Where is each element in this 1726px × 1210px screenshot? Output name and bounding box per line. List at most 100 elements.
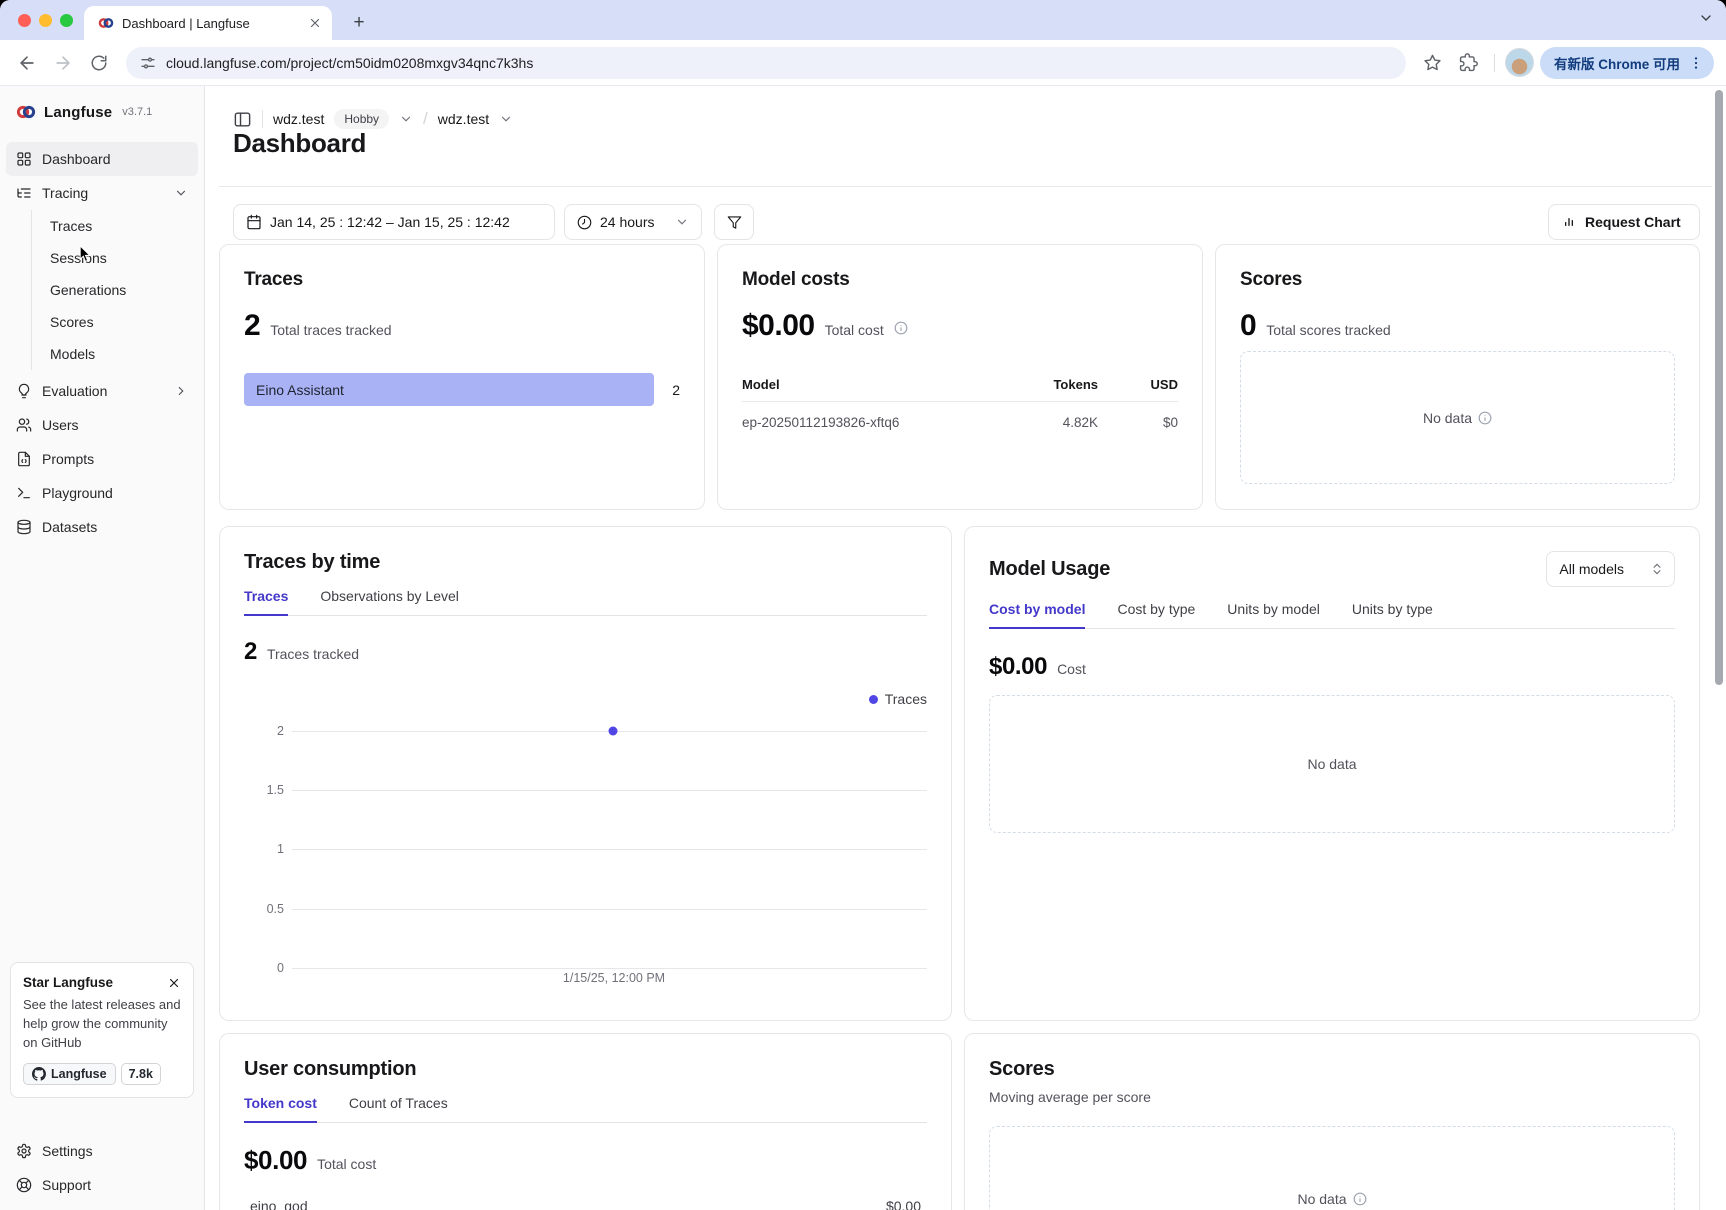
- time-preset-button[interactable]: 24 hours: [564, 204, 702, 240]
- browser-tab[interactable]: Dashboard | Langfuse: [84, 6, 332, 40]
- close-icon[interactable]: [167, 976, 181, 990]
- page-scrollbar[interactable]: [1715, 90, 1723, 685]
- org-name[interactable]: wdz.test: [273, 111, 324, 127]
- sidebar: Langfuse v3.7.1 Dashboard Tracing: [0, 86, 205, 1210]
- toolbar-divider: [1494, 54, 1495, 72]
- window-close-button[interactable]: [18, 14, 31, 27]
- bar-chart-icon: [1561, 214, 1577, 230]
- github-star-button[interactable]: Langfuse: [23, 1063, 116, 1085]
- profile-avatar[interactable]: [1505, 48, 1534, 77]
- sidebar-item-users[interactable]: Users: [6, 408, 198, 442]
- site-settings-icon[interactable]: [140, 55, 156, 71]
- sidebar-toggle-icon[interactable]: [233, 110, 252, 129]
- tab-cost-by-type[interactable]: Cost by type: [1117, 601, 1195, 628]
- request-chart-button[interactable]: Request Chart: [1548, 204, 1700, 240]
- sidebar-item-models[interactable]: Models: [32, 338, 198, 370]
- breadcrumb-divider: [262, 110, 263, 128]
- tab-token-cost[interactable]: Token cost: [244, 1095, 317, 1123]
- scores-no-data: No data: [1240, 351, 1675, 484]
- project-name[interactable]: wdz.test: [438, 111, 489, 127]
- tab-count-of-traces[interactable]: Count of Traces: [349, 1095, 448, 1122]
- legend-dot-icon: [869, 695, 878, 704]
- layout-grid-icon: [16, 151, 32, 167]
- plan-badge: Hobby: [334, 109, 389, 129]
- scores-over-time-no-data: No data: [989, 1126, 1675, 1210]
- window-minimize-button[interactable]: [39, 14, 52, 27]
- chevron-right-icon: [174, 384, 188, 398]
- model-usd: $0: [1098, 415, 1178, 430]
- github-star-count: 7.8k: [121, 1063, 161, 1085]
- user-consumption-card: User consumption Token cost Count of Tra…: [219, 1033, 952, 1210]
- page-title: Dashboard: [233, 128, 366, 159]
- org-chevron-down-icon[interactable]: [399, 112, 413, 126]
- traces-by-time-card: Traces by time Traces Observations by Le…: [219, 526, 952, 1021]
- calendar-icon: [246, 214, 262, 230]
- langfuse-app: Langfuse v3.7.1 Dashboard Tracing: [0, 86, 1726, 1210]
- sidebar-item-prompts[interactable]: Prompts: [6, 442, 198, 476]
- model-costs-card: Model costs $0.00 Total cost Model Token…: [717, 244, 1203, 510]
- trace-bar-count: 2: [668, 382, 680, 398]
- trace-name-bar[interactable]: Eino Assistant: [244, 373, 654, 406]
- tab-close-icon[interactable]: [308, 16, 322, 30]
- sidebar-item-playground[interactable]: Playground: [6, 476, 198, 510]
- model-costs-total: $0.00: [742, 309, 815, 343]
- model-usage-title: Model Usage: [989, 558, 1110, 581]
- sidebar-item-support[interactable]: Support: [6, 1168, 198, 1202]
- breadcrumb-slash: /: [423, 109, 428, 129]
- github-icon: [32, 1067, 46, 1081]
- model-select[interactable]: All models: [1546, 551, 1675, 587]
- reload-button[interactable]: [84, 48, 114, 78]
- database-icon: [16, 519, 32, 535]
- sidebar-item-settings[interactable]: Settings: [6, 1134, 198, 1168]
- langfuse-logo-icon: [16, 102, 36, 122]
- extensions-icon[interactable]: [1454, 48, 1484, 78]
- sidebar-item-dashboard[interactable]: Dashboard: [6, 142, 198, 176]
- sidebar-item-scores[interactable]: Scores: [32, 306, 198, 338]
- url-bar[interactable]: cloud.langfuse.com/project/cm50idm0208mx…: [126, 47, 1406, 79]
- back-button[interactable]: [12, 48, 42, 78]
- tab-cost-by-model[interactable]: Cost by model: [989, 601, 1085, 629]
- window-zoom-button[interactable]: [60, 14, 73, 27]
- new-tab-button[interactable]: +: [346, 10, 372, 36]
- sidebar-item-sessions[interactable]: Sessions: [32, 242, 198, 274]
- sidebar-item-traces[interactable]: Traces: [32, 210, 198, 242]
- star-card-title: Star Langfuse: [23, 975, 113, 990]
- tab-units-by-type[interactable]: Units by type: [1352, 601, 1433, 628]
- forward-button[interactable]: [48, 48, 78, 78]
- sidebar-item-generations[interactable]: Generations: [32, 274, 198, 306]
- user-name: eino_god: [250, 1198, 308, 1210]
- users-icon: [16, 417, 32, 433]
- traces-chart-plot: [292, 731, 927, 968]
- filter-button[interactable]: [714, 204, 754, 240]
- mouse-cursor: [74, 242, 95, 266]
- tab-search-chevron-icon[interactable]: [1698, 10, 1714, 31]
- info-icon: [1478, 411, 1492, 425]
- traces-total: 2: [244, 309, 260, 343]
- browser-menu-icon[interactable]: [1688, 55, 1704, 71]
- scores-card: Scores 0 Total scores tracked No data: [1215, 244, 1700, 510]
- bookmark-star-icon[interactable]: [1418, 48, 1448, 78]
- scores-over-time-title: Scores: [989, 1058, 1675, 1081]
- user-consumption-total: $0.00: [244, 1145, 307, 1176]
- header-divider: [219, 186, 1712, 187]
- tab-observations-by-level[interactable]: Observations by Level: [320, 588, 459, 615]
- file-prompt-icon: [16, 451, 32, 467]
- tab-units-by-model[interactable]: Units by model: [1227, 601, 1320, 628]
- info-icon: [1353, 1192, 1367, 1206]
- sidebar-item-tracing[interactable]: Tracing: [6, 176, 198, 210]
- sidebar-item-datasets[interactable]: Datasets: [6, 510, 198, 544]
- sidebar-item-evaluation[interactable]: Evaluation: [6, 374, 198, 408]
- time-chevron-down-icon: [675, 215, 689, 229]
- traces-by-time-title: Traces by time: [244, 551, 927, 574]
- model-tokens: 4.82K: [988, 415, 1098, 430]
- brand-version: v3.7.1: [122, 106, 152, 118]
- brand-row: Langfuse v3.7.1: [0, 86, 204, 134]
- gear-icon: [16, 1143, 32, 1159]
- chrome-update-button[interactable]: 有新版 Chrome 可用: [1540, 47, 1714, 79]
- project-chevron-down-icon[interactable]: [499, 112, 513, 126]
- chart-data-point[interactable]: [608, 727, 617, 736]
- model-usage-card: Model Usage All models Cost by model Cos…: [964, 526, 1700, 1021]
- brand-name: Langfuse: [44, 104, 112, 121]
- tab-traces[interactable]: Traces: [244, 588, 288, 616]
- date-range-button[interactable]: Jan 14, 25 : 12:42 – Jan 15, 25 : 12:42: [233, 204, 555, 240]
